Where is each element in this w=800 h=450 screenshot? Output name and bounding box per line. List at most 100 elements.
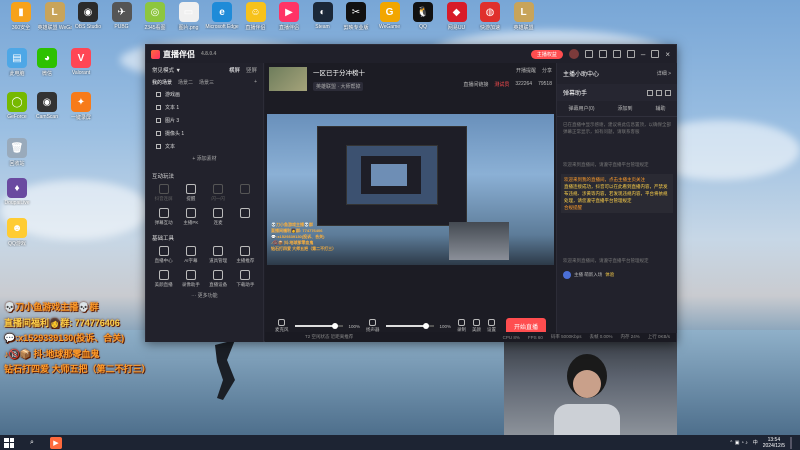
desktop-icon[interactable]: ✈ PUBG bbox=[105, 2, 139, 30]
desktop-icon[interactable]: ✦ 一键录屏 bbox=[64, 92, 98, 121]
tab-scene-3[interactable]: 场景三 bbox=[199, 79, 214, 86]
desktop-icon[interactable]: ◐ Steam bbox=[306, 2, 340, 30]
desktop-icon[interactable]: ♦ DoupaiLive bbox=[0, 178, 34, 206]
headset-icon[interactable] bbox=[598, 50, 607, 58]
source-item[interactable]: 游戏画 bbox=[146, 88, 263, 101]
desktop-icon[interactable]: V Valorant bbox=[64, 48, 98, 76]
source-item[interactable]: 图片 3 bbox=[146, 114, 263, 127]
desktop-icon[interactable]: ◍ 快游加速 bbox=[473, 2, 507, 31]
menu-icon[interactable] bbox=[626, 50, 635, 58]
tool-button[interactable]: 直播设备 bbox=[205, 268, 232, 288]
clock[interactable]: 13:54 2024/12/5 bbox=[763, 437, 785, 449]
user-avatar[interactable] bbox=[568, 49, 579, 59]
assistant-footer: 欢迎来到直播间，请遵守直播平台管理规定 bbox=[563, 258, 649, 263]
speaker-toggle[interactable]: 扬声器 bbox=[366, 319, 380, 333]
desktop-icon[interactable]: ◆ 网易UU bbox=[440, 2, 474, 31]
tool-button[interactable]: 闪一闪 bbox=[205, 182, 232, 202]
desktop-icon[interactable]: ▶ 直播伴侣 bbox=[272, 2, 306, 31]
tool-button[interactable]: 美颜直播 bbox=[150, 268, 177, 288]
desktop-icon[interactable]: 🐧 QQ bbox=[406, 2, 440, 30]
popout-icon[interactable] bbox=[647, 89, 653, 96]
beauty-button[interactable]: 美颜 bbox=[472, 319, 481, 333]
stream-preview[interactable]: 💀刀小鱼游戏主播💀群 直播间福利👩群: 774776406 💬:x1529339… bbox=[267, 114, 554, 265]
anchor-perks-button[interactable]: 主播权益 bbox=[530, 49, 563, 59]
desktop-icon[interactable]: ◕ 微信 bbox=[30, 48, 64, 77]
tool-label: AI字幕 bbox=[184, 258, 198, 263]
tool-button[interactable]: AI字幕 bbox=[177, 244, 204, 264]
tool-button[interactable]: 连麦 bbox=[205, 206, 232, 226]
start-button[interactable] bbox=[4, 437, 14, 448]
room-link[interactable]: 直播间链接 bbox=[463, 81, 488, 88]
share-button[interactable]: 分享 bbox=[542, 67, 552, 74]
input-language[interactable]: 中 bbox=[753, 439, 758, 446]
slider-knob[interactable] bbox=[422, 323, 429, 329]
desktop-icon[interactable]: ▤ 此电脑 bbox=[0, 48, 34, 77]
desktop-icon[interactable]: L 英雄联盟 bbox=[507, 2, 541, 31]
detail-link[interactable]: 详细 > bbox=[657, 70, 671, 77]
tool-button[interactable] bbox=[232, 206, 259, 226]
room-cover-thumbnail[interactable] bbox=[269, 67, 307, 91]
tray-icons[interactable]: ⌃ ▣ ◔ ♪ bbox=[729, 440, 748, 446]
maximize-icon[interactable] bbox=[651, 50, 660, 58]
desktop-icon[interactable]: ▭ 图片.png bbox=[172, 2, 206, 31]
tab-danmaku-users[interactable]: 弹幕用户(0) bbox=[568, 105, 594, 112]
tool-button[interactable]: 弹幕互动 bbox=[150, 206, 177, 226]
tool-button[interactable]: 道具管理 bbox=[205, 244, 232, 264]
tab-scene-1[interactable]: 我的场景 bbox=[152, 79, 172, 86]
add-source-button[interactable]: + 添加素材 bbox=[146, 155, 263, 162]
live-reminder-button[interactable]: 开播提醒 bbox=[516, 67, 536, 74]
tab-portrait[interactable]: 竖屏 bbox=[246, 66, 257, 74]
add-scene-icon[interactable]: + bbox=[254, 79, 257, 86]
app-icon: e bbox=[212, 2, 232, 22]
desktop-icon[interactable]: ◎ 2345看图 bbox=[138, 2, 172, 31]
tool-button[interactable]: 直播中心 bbox=[150, 244, 177, 264]
slider-knob[interactable] bbox=[331, 323, 338, 329]
desktop-icon[interactable]: e Microsoft Edge bbox=[205, 2, 239, 30]
settings-button[interactable]: 设置 bbox=[487, 319, 496, 333]
tool-button[interactable] bbox=[232, 182, 259, 202]
scene-mode-select[interactable]: 常见模式 ▼ bbox=[152, 66, 181, 74]
tab-add[interactable]: 添加到 bbox=[618, 105, 633, 112]
tool-button[interactable]: 录像助手 bbox=[177, 268, 204, 288]
room-title[interactable]: 一区已于分冲榜十 bbox=[313, 67, 365, 77]
record-button[interactable]: 录制 bbox=[457, 319, 466, 333]
more-tools-button[interactable]: ··· 更多功能 bbox=[146, 292, 263, 299]
highlight-title: 欢迎来到我的直播间，点击主播主页关注 bbox=[564, 177, 645, 182]
tool-button[interactable]: 抖音连屏 bbox=[150, 182, 177, 202]
source-item[interactable]: 文本 1 bbox=[146, 101, 263, 114]
search-icon[interactable]: ⌕ bbox=[26, 437, 38, 449]
desktop-icon[interactable]: L 英雄联盟 WeGame版 bbox=[38, 2, 72, 31]
desktop-icon[interactable]: 🗑 回收站 bbox=[0, 138, 34, 167]
source-item[interactable]: 文本 bbox=[146, 140, 263, 153]
speaker-volume-slider[interactable] bbox=[385, 323, 434, 329]
show-desktop-button[interactable] bbox=[790, 436, 792, 449]
tab-assist[interactable]: 辅助 bbox=[655, 105, 665, 112]
close-icon[interactable]: × bbox=[665, 50, 670, 59]
desktop-icon[interactable]: ☻ QQ游戏 bbox=[0, 218, 34, 247]
desktop-icon[interactable]: ◯ GeForce bbox=[0, 92, 34, 120]
desktop-icon[interactable]: ☺ 直播伴侣 bbox=[239, 2, 273, 31]
mic-toggle[interactable]: 麦克风 bbox=[275, 319, 289, 333]
mic-volume-slider[interactable] bbox=[294, 323, 343, 329]
desktop-icon[interactable]: ◉ CamScan bbox=[30, 92, 64, 120]
tool-button[interactable]: 主播PK bbox=[177, 206, 204, 226]
tool-button[interactable]: 下载助手 bbox=[232, 268, 259, 288]
app-icon: ◎ bbox=[145, 2, 165, 22]
desktop-icon[interactable]: ▮ 360安全 bbox=[4, 2, 38, 31]
settings-icon[interactable] bbox=[656, 89, 662, 96]
source-item[interactable]: 摄像头 1 bbox=[146, 127, 263, 140]
message-icon[interactable] bbox=[584, 50, 593, 58]
tab-landscape[interactable]: 横屏 bbox=[229, 66, 240, 74]
desktop-icon-label: QQ游戏 bbox=[8, 241, 26, 247]
streaming-app-taskbar-icon[interactable]: ▶ bbox=[50, 436, 62, 449]
tab-scene-2[interactable]: 场景二 bbox=[178, 79, 193, 86]
minimize-icon[interactable]: – bbox=[641, 50, 645, 59]
desktop-icon[interactable]: ◉ OBS Studio bbox=[71, 2, 105, 30]
desktop-icon[interactable]: G WeGame bbox=[373, 2, 407, 30]
settings-icon[interactable] bbox=[612, 50, 621, 58]
room-category[interactable]: 英雄联盟 · 大师帮掉 bbox=[313, 82, 364, 91]
more-icon[interactable] bbox=[665, 89, 671, 96]
desktop-icon[interactable]: ✂ 剪映专业版 bbox=[339, 2, 373, 31]
tool-button[interactable]: 提醒 bbox=[177, 182, 204, 202]
tool-button[interactable]: 主播推荐 bbox=[232, 244, 259, 264]
